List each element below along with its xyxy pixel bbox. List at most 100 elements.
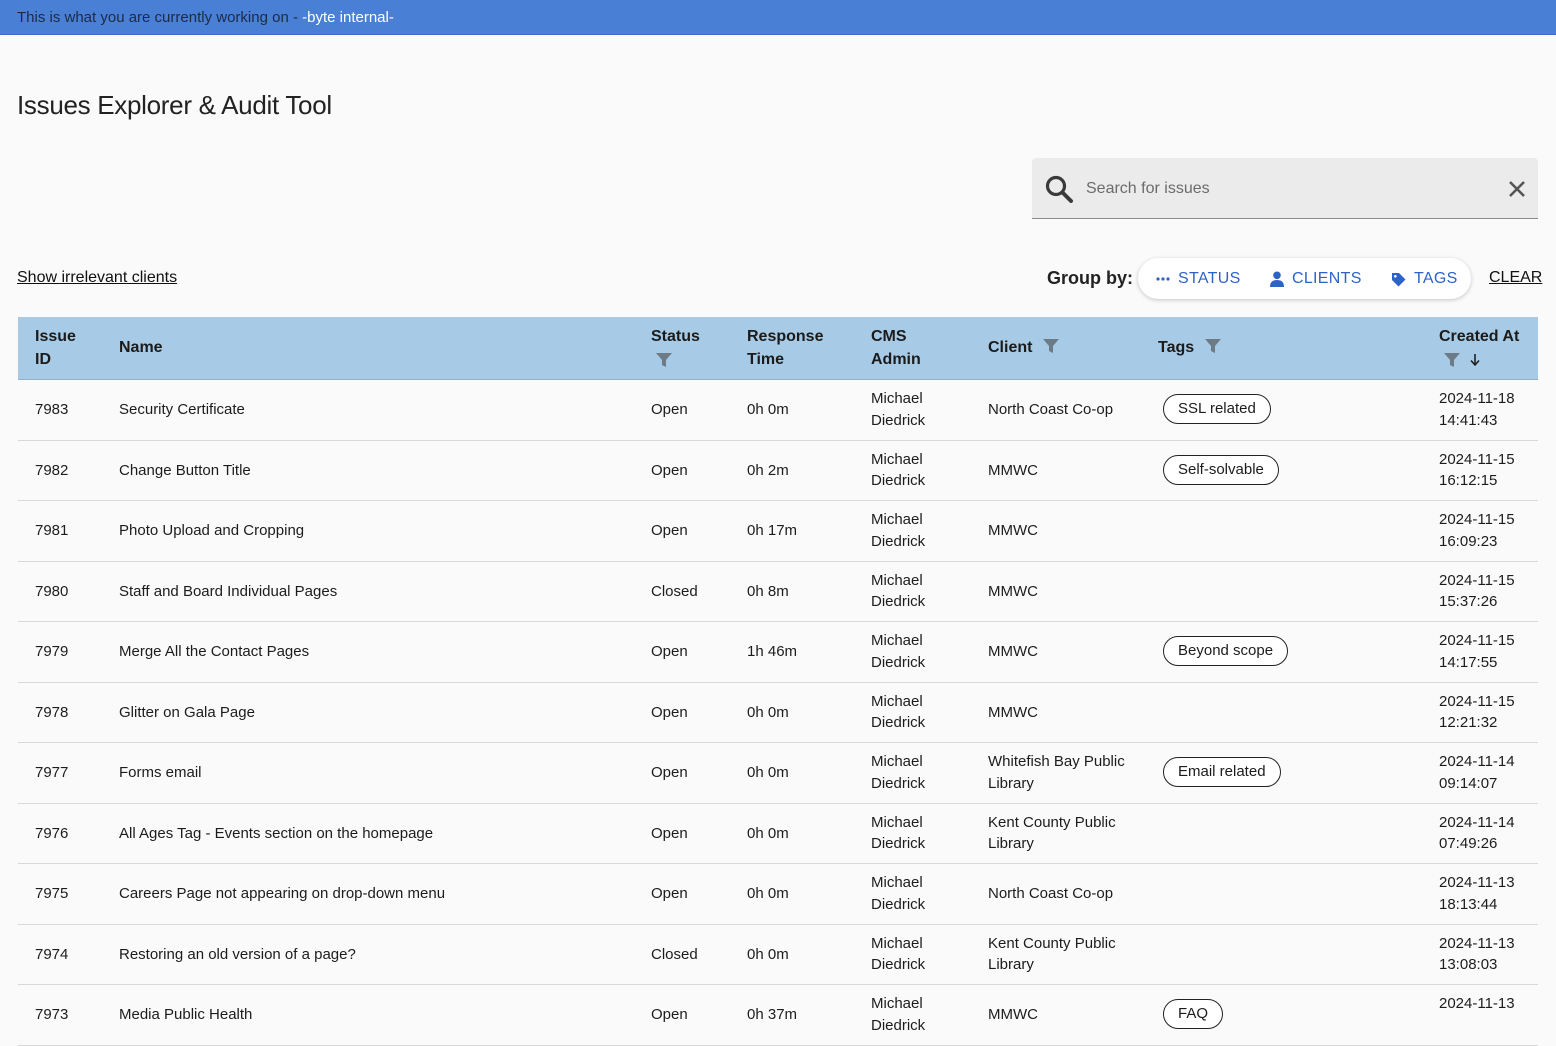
person-icon	[1270, 271, 1284, 287]
column-header-client-label: Client	[988, 339, 1033, 356]
column-header-created-at-label: Created At	[1439, 328, 1520, 345]
column-header-issue-id[interactable]: Issue ID	[35, 325, 76, 371]
client-cell: MMWC	[988, 1004, 1038, 1026]
tag-chip[interactable]: Email related	[1163, 757, 1281, 787]
response-time-cell: 0h 0m	[747, 703, 789, 721]
group-by-status-button[interactable]: STATUS	[1156, 270, 1241, 288]
cms-admin-cell-line2: Diedrick	[871, 593, 926, 610]
response-time-cell: 1h 46m	[747, 643, 798, 660]
arrow-down-icon[interactable]	[1470, 353, 1481, 366]
issue-id-cell: 7974	[35, 945, 69, 963]
table-body: 7983 Security Certificate Open 0h 0m Michael…	[18, 380, 1538, 1046]
response-time-cell: 0h 8m	[747, 582, 789, 600]
created-at-cell-line1: 2024-11-14	[1439, 813, 1515, 831]
page-title: Issues Explorer & Audit Tool	[17, 90, 332, 120]
column-header-status[interactable]: Status	[651, 325, 700, 371]
clear-grouping-link[interactable]: CLEAR	[1489, 269, 1542, 287]
client-cell: MMWC	[988, 460, 1038, 482]
status-cell: Open	[651, 824, 688, 842]
column-header-cms-admin[interactable]: CMS Admin	[871, 325, 921, 371]
close-icon[interactable]	[1506, 178, 1528, 200]
issue-id-cell: 7982	[35, 461, 69, 479]
banner-project[interactable]: -byte internal-	[302, 9, 394, 26]
cms-admin-cell: Michael Diedrick	[871, 449, 925, 492]
search-box[interactable]	[1032, 158, 1538, 219]
issue-id-cell: 7975	[35, 885, 69, 902]
status-filter-icon[interactable]	[656, 352, 672, 367]
created-at-cell-line1: 2024-11-15	[1439, 632, 1515, 649]
search-input[interactable]	[1084, 172, 1488, 206]
issue-id-cell: 7979	[35, 643, 69, 660]
issue-name-cell: Restoring an old version of a page?	[119, 945, 356, 963]
client-filter-icon[interactable]	[1042, 339, 1059, 354]
created-at-cell: 2024-11-15 12:21:32	[1439, 691, 1515, 734]
group-by-tags-button[interactable]: TAGS	[1391, 270, 1458, 288]
created-at-cell-line2: 07:49:26	[1439, 835, 1498, 852]
column-header-created-at[interactable]: Created At	[1439, 325, 1519, 371]
created-at-cell: 2024-11-14 07:49:26	[1439, 812, 1515, 855]
client-cell-line1: North Coast Co-op	[988, 885, 1114, 902]
search-icon	[1045, 175, 1073, 203]
client-cell-line1: MMWC	[988, 522, 1038, 539]
table-row[interactable]: 7978 Glitter on Gala Page Open 0h 0m Michael…	[18, 683, 1538, 743]
cms-admin-cell: Michael Diedrick	[871, 872, 925, 915]
issue-name-cell: Media Public Health	[119, 1006, 253, 1023]
cms-admin-cell-line2: Diedrick	[871, 714, 926, 731]
created-at-cell-line2: 09:14:07	[1439, 774, 1498, 792]
column-header-response-time[interactable]: Response Time	[747, 325, 823, 371]
cms-admin-cell-line1: Michael	[871, 390, 923, 407]
tag-chip[interactable]: SSL related	[1163, 394, 1271, 424]
client-cell-line1: Kent County Public	[988, 934, 1116, 952]
cms-admin-cell-line2: Diedrick	[871, 411, 926, 429]
group-by-clients-button[interactable]: CLIENTS	[1270, 270, 1362, 288]
client-cell-line1: MMWC	[988, 461, 1038, 479]
created-at-cell-line1: 2024-11-15	[1439, 571, 1515, 589]
top-banner: This is what you are currently working o…	[0, 0, 1556, 35]
table-row[interactable]: 7979 Merge All the Contact Pages Open 1h 46…	[18, 622, 1538, 683]
issue-id-cell: 7981	[35, 522, 69, 539]
table-row[interactable]: 7973 Media Public Health Open 0h 37m Michael…	[18, 985, 1538, 1046]
issue-id-cell: 7973	[35, 1006, 69, 1023]
cms-admin-cell-line1: Michael	[871, 813, 923, 831]
cms-admin-cell-line1: Michael	[871, 934, 923, 952]
show-irrelevant-clients-link[interactable]: Show irrelevant clients	[17, 269, 177, 287]
table-row[interactable]: 7982 Change Button Title Open 0h 2m Michael D…	[18, 441, 1538, 501]
table-row[interactable]: 7981 Photo Upload and Cropping Open 0h 17m M…	[18, 501, 1538, 562]
client-cell-line1: MMWC	[988, 703, 1038, 721]
table-row[interactable]: 7975 Careers Page not appearing on drop-d…	[18, 864, 1538, 925]
cms-admin-cell-line2: Diedrick	[871, 956, 926, 973]
column-header-client[interactable]: Client	[988, 336, 1059, 359]
tag-chip[interactable]: Beyond scope	[1163, 636, 1289, 666]
table-row[interactable]: 7977 Forms email Open 0h 0m Michael Diedrick W…	[18, 743, 1538, 804]
created-at-cell-line2: 13:08:03	[1439, 956, 1498, 973]
client-cell-line2: Library	[988, 835, 1034, 852]
table-row[interactable]: 7976 All Ages Tag - Events section on the…	[18, 804, 1538, 864]
client-cell-line1: Whitefish Bay Public	[988, 753, 1125, 770]
client-cell-line1: MMWC	[988, 643, 1038, 660]
created-at-cell-line2: 14:17:55	[1439, 653, 1498, 671]
tags-filter-icon[interactable]	[1204, 339, 1221, 354]
column-header-tags[interactable]: Tags	[1158, 336, 1221, 359]
cms-admin-cell-line2: Diedrick	[871, 774, 926, 792]
table-row[interactable]: 7980 Staff and Board Individual Pages Clos…	[18, 562, 1538, 622]
created-at-cell-line1: 2024-11-15	[1439, 450, 1515, 468]
column-header-name[interactable]: Name	[119, 336, 163, 359]
created-at-cell: 2024-11-15 15:37:26	[1439, 570, 1515, 613]
client-cell-line1: MMWC	[988, 1006, 1038, 1023]
client-cell: MMWC	[988, 702, 1038, 724]
created-at-cell-line2: 18:13:44	[1439, 895, 1498, 913]
created-at-cell: 2024-11-13 18:13:44	[1439, 872, 1515, 915]
status-cell: Closed	[651, 945, 698, 963]
status-cell: Open	[651, 1006, 688, 1023]
tag-chip[interactable]: Self-solvable	[1163, 454, 1279, 485]
response-time-cell: 0h 0m	[747, 945, 789, 963]
created-at-filter-icon[interactable]	[1444, 352, 1460, 367]
client-cell: MMWC	[988, 641, 1038, 663]
cms-admin-cell: Michael Diedrick	[871, 570, 925, 613]
response-time-cell: 0h 37m	[747, 1006, 798, 1023]
table-row[interactable]: 7974 Restoring an old version of a page? C…	[18, 925, 1538, 985]
cms-admin-cell-line2: Diedrick	[871, 835, 926, 852]
tag-chip[interactable]: FAQ	[1163, 999, 1224, 1029]
cms-admin-cell: Michael Diedrick	[871, 751, 925, 794]
table-row[interactable]: 7983 Security Certificate Open 0h 0m Michael…	[18, 380, 1538, 441]
